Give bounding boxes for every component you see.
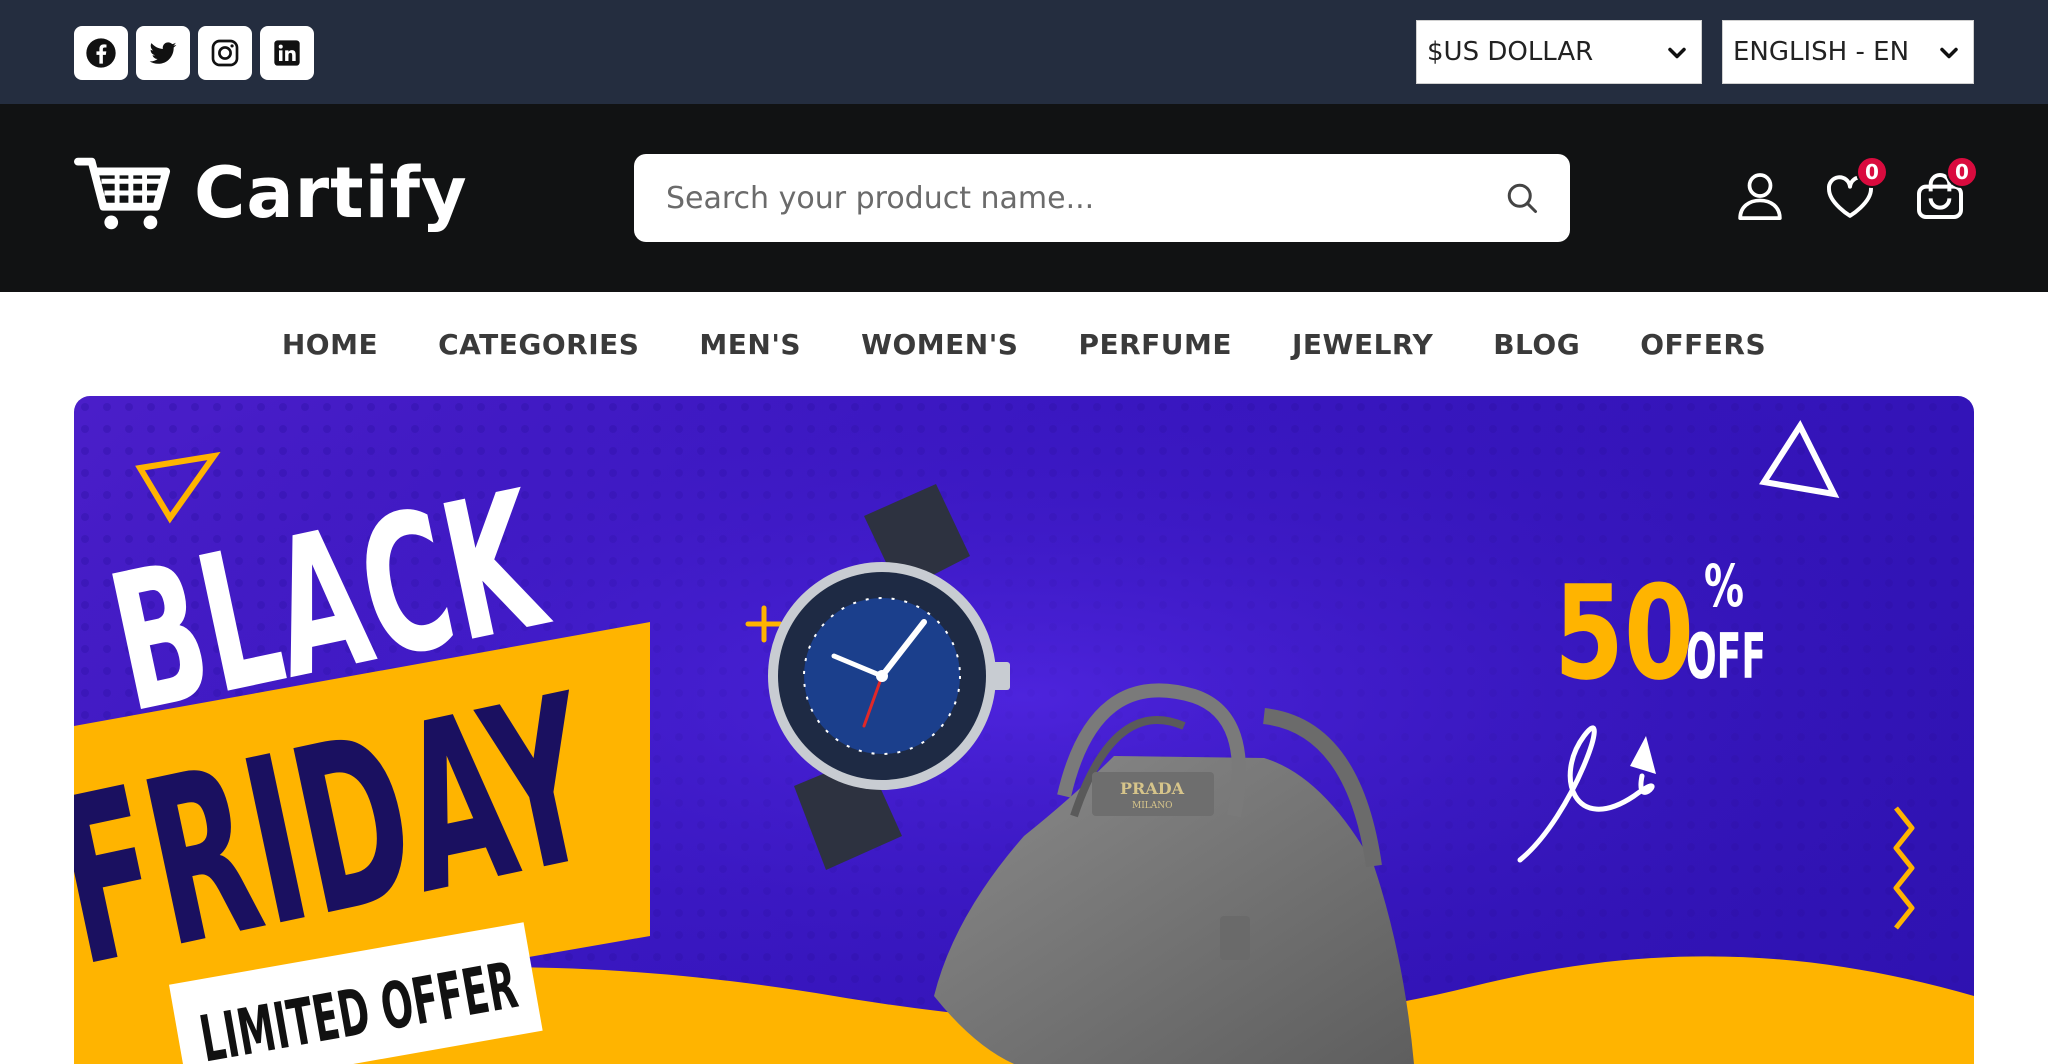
- facebook-icon: [86, 38, 116, 68]
- cart-count-badge: 0: [1946, 156, 1978, 188]
- linkedin-button[interactable]: [260, 26, 314, 80]
- social-links: [74, 26, 314, 80]
- banner-artwork: BLACK FRIDAY LIMITED OFFER PRADA MILANO …: [74, 396, 1974, 1064]
- nav-womens[interactable]: WOMEN'S: [861, 328, 1018, 361]
- search-icon[interactable]: [1504, 180, 1540, 216]
- account-button[interactable]: [1732, 168, 1788, 224]
- logo[interactable]: Cartify: [74, 152, 468, 234]
- currency-select[interactable]: $US DOLLAR: [1416, 20, 1702, 84]
- nav-jewelry[interactable]: JEWELRY: [1292, 328, 1433, 361]
- wishlist-button[interactable]: 0: [1822, 156, 1888, 224]
- nav-mens[interactable]: MEN'S: [699, 328, 801, 361]
- discount-off: OFF: [1686, 620, 1766, 693]
- twitter-icon: [149, 42, 177, 64]
- cart-logo-icon: [74, 157, 171, 230]
- user-icon: [1738, 173, 1782, 221]
- main-header: Cartify 0 0: [0, 104, 2048, 292]
- currency-value: $US DOLLAR: [1427, 37, 1594, 67]
- hero-banner[interactable]: BLACK FRIDAY LIMITED OFFER PRADA MILANO …: [74, 396, 1974, 1064]
- twitter-button[interactable]: [136, 26, 190, 80]
- discount-number: 50: [1554, 557, 1694, 709]
- nav-categories[interactable]: CATEGORIES: [438, 328, 639, 361]
- language-value: ENGLISH - EN: [1733, 37, 1910, 67]
- nav-blog[interactable]: BLOG: [1493, 328, 1580, 361]
- instagram-button[interactable]: [198, 26, 252, 80]
- discount-percent: %: [1704, 552, 1744, 620]
- linkedin-icon: [274, 40, 300, 66]
- cart-button[interactable]: 0: [1912, 156, 1978, 224]
- search-input[interactable]: [666, 154, 1486, 242]
- wishlist-count-badge: 0: [1856, 156, 1888, 188]
- language-select[interactable]: ENGLISH - EN: [1722, 20, 1974, 84]
- bag-city-text: MILANO: [1132, 801, 1173, 811]
- instagram-icon: [211, 39, 239, 67]
- bag-brand-text: PRADA: [1120, 779, 1185, 798]
- nav-home[interactable]: HOME: [282, 328, 378, 361]
- facebook-button[interactable]: [74, 26, 128, 80]
- nav-perfume[interactable]: PERFUME: [1078, 328, 1232, 361]
- top-bar: $US DOLLAR ENGLISH - EN: [0, 0, 2048, 104]
- chevron-down-icon: [1668, 47, 1686, 59]
- nav-offers[interactable]: OFFERS: [1640, 328, 1766, 361]
- chevron-down-icon: [1940, 47, 1958, 59]
- search-bar: [634, 154, 1570, 242]
- main-nav: HOME CATEGORIES MEN'S WOMEN'S PERFUME JE…: [0, 292, 2048, 396]
- logo-text: Cartify: [194, 152, 468, 234]
